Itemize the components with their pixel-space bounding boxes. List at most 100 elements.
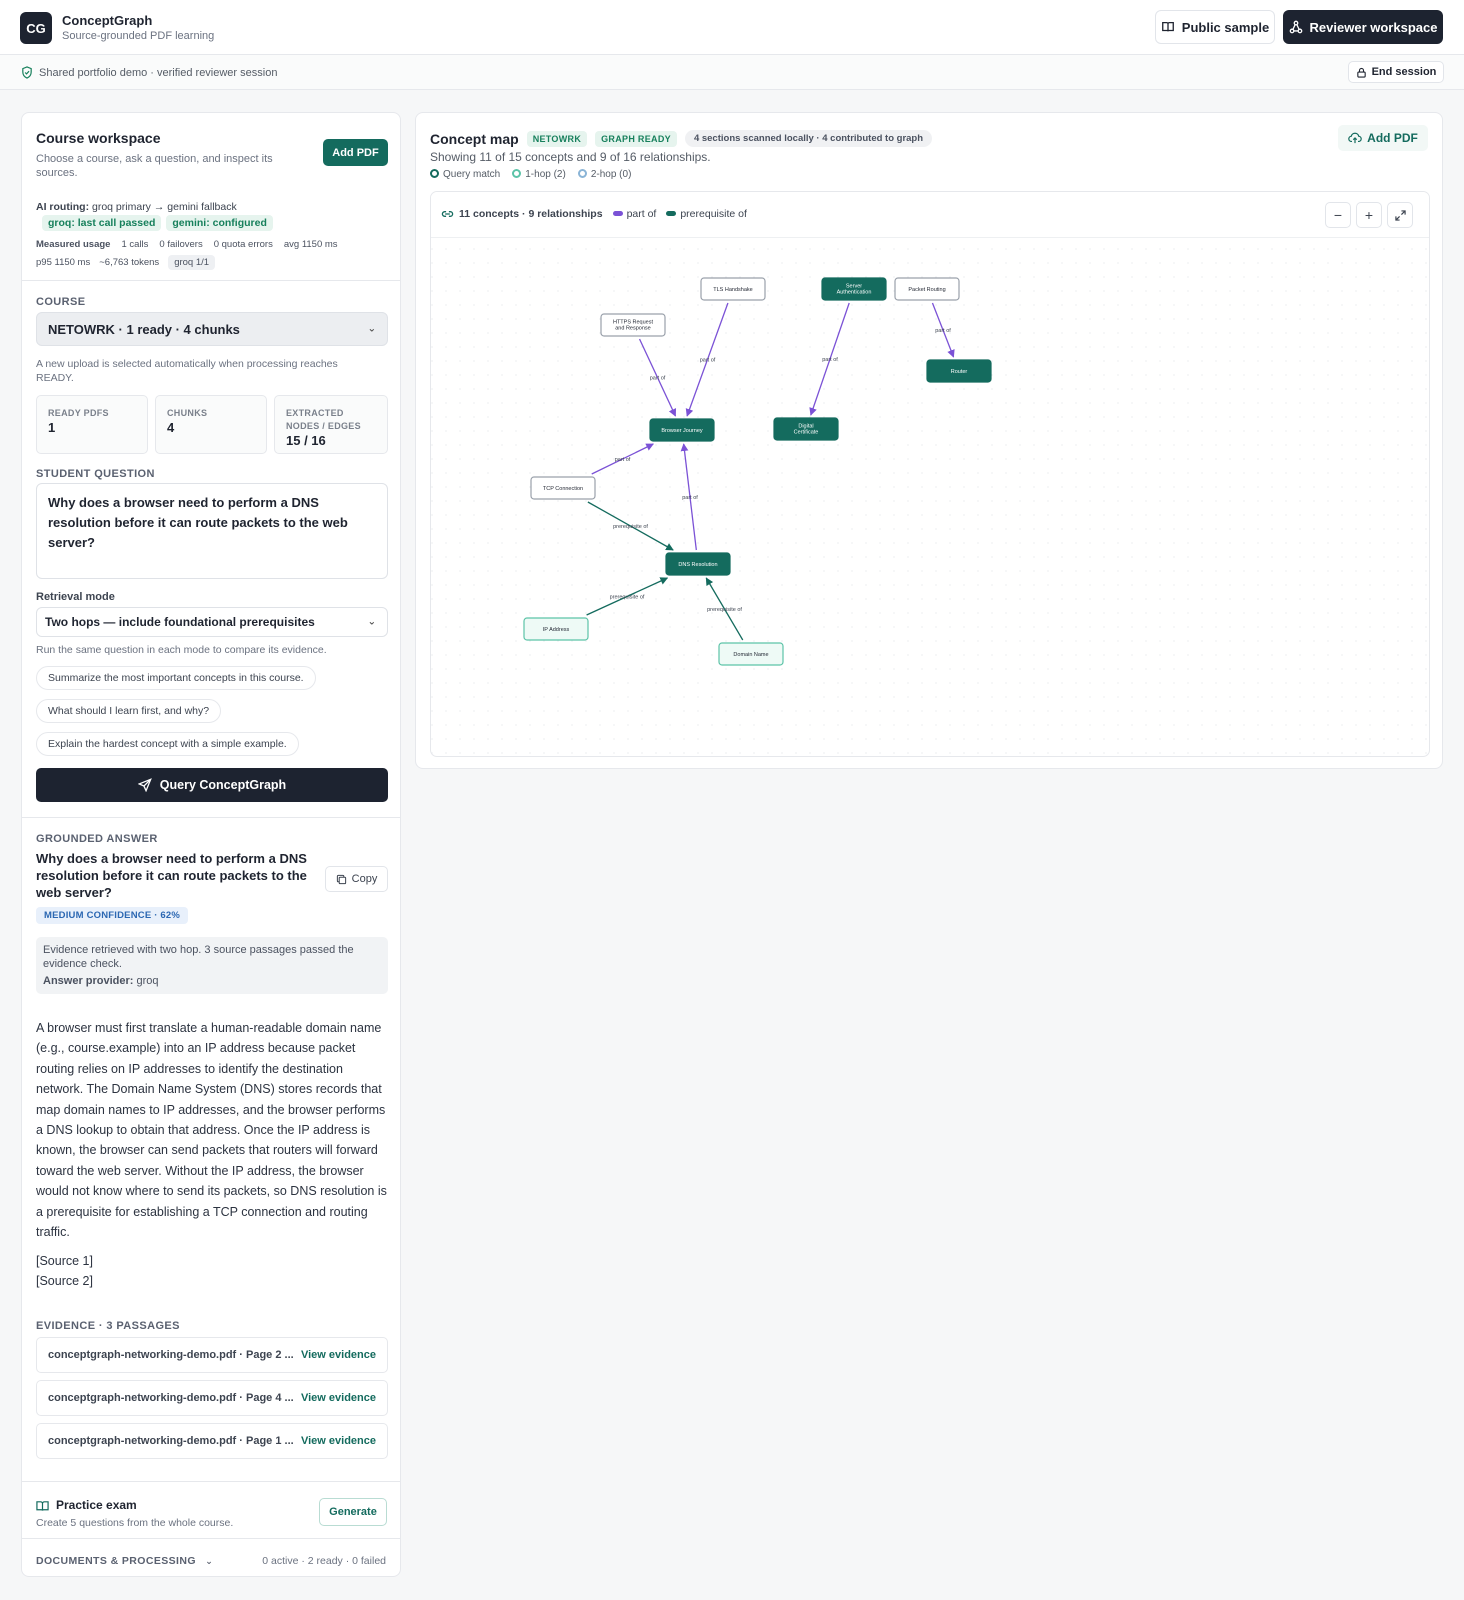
evidence-file: conceptgraph-networking-demo.pdf · Page … [48,1435,294,1447]
stat-value: 4 [167,420,175,435]
view-evidence-link[interactable]: View evidence [301,1435,376,1447]
map-add-pdf-button[interactable]: Add PDF [1338,125,1428,151]
node-label-line: IP Address [543,627,570,633]
documents-label: Documents & processing [36,1555,196,1567]
fullscreen-button[interactable] [1387,202,1413,228]
legend-dot [430,169,439,178]
usage-label: Measured usage [36,239,111,250]
suggestion-chip[interactable]: Explain the hardest concept with a simpl… [36,732,299,756]
edge-label: prerequisite of [707,607,742,613]
graph-node-tls[interactable]: TLS Handshake [700,277,766,301]
divider [22,1481,400,1482]
map-showing: Showing 11 of 15 concepts and 9 of 16 re… [430,150,711,164]
edge-label: part of [650,376,666,382]
graph-node-https[interactable]: HTTPS Request and Response [600,313,666,337]
chevron-down-icon: ⌄ [367,616,376,628]
suggestion-chip[interactable]: What should I learn first, and why? [36,699,222,723]
copy-button[interactable]: Copy [325,866,388,892]
reviewer-workspace-button[interactable]: Reviewer workspace [1283,10,1443,44]
graph-node-dns[interactable]: DNS Resolution [665,552,731,576]
retrieval-mode-label: Retrieval mode [36,591,115,603]
edge-legend-part: part of [612,208,656,220]
node-label: Packet Routing [908,287,945,293]
query-button[interactable]: Query ConceptGraph [36,768,388,802]
generate-button[interactable]: Generate [319,1498,387,1526]
stat-label: EXTRACTED NODES / EDGES [286,408,361,431]
graph-node-browser[interactable]: Browser Journey [649,418,715,442]
retrieval-mode-hint: Run the same question in each mode to co… [36,644,327,656]
query-button-label: Query ConceptGraph [159,778,287,792]
retrieval-mode-value: Two hops — include foundational prerequi… [45,615,315,629]
course-tag: NETOWRK [526,130,588,147]
divider [22,817,400,818]
confidence-badge: MEDIUM CONFIDENCE · 62% [36,907,189,924]
scan-tag: 4 sections scanned locally · 4 contribut… [684,130,933,147]
copy-label: Copy [351,873,378,885]
legend-swatch [612,211,623,216]
divider [22,1538,400,1539]
session-status: Shared portfolio demo · verified reviewe… [39,67,278,79]
stat-value: 1 [48,420,56,435]
graph-node-tcp[interactable]: TCP Connection [530,476,596,500]
node-label-line: Certificate [794,430,819,436]
view-evidence-link[interactable]: View evidence [301,1392,376,1404]
node-label: HTTPS Request and Response [613,320,654,332]
link-icon [441,211,454,217]
stat-chunks: CHUNKS 4 [155,395,267,454]
question-textarea[interactable]: Why does a browser need to perform a DNS… [36,483,388,579]
graph-node-domain[interactable]: Domain Name [718,642,784,666]
workspace-title: Course workspace [36,130,161,146]
course-select[interactable]: NETOWRK · 1 ready · 4 chunks ⌄ [36,312,388,346]
graph-node-packet_routing[interactable]: Packet Routing [894,277,960,301]
graph-summary-row: 11 concepts · 9 relationships part of pr… [459,208,747,220]
gemini-status-badge: gemini: configured [166,215,273,231]
graph-node-digital_cert[interactable]: Digital Certificate [773,417,839,441]
node-label-line: Domain Name [733,652,768,658]
graph-canvas[interactable]: part of part of part of part of part of part … [430,191,1430,757]
concept-graph[interactable]: part of part of part of part of part of part … [431,192,1430,757]
end-session-button[interactable]: End session [1348,61,1444,83]
retrieval-mode-select[interactable]: Two hops — include foundational prerequi… [36,607,388,637]
node-label: Router [951,369,968,375]
shield-check-icon [22,66,32,79]
graph-node-router[interactable]: Router [926,359,992,383]
suggestion-chip[interactable]: Summarize the most important concepts in… [36,666,316,690]
graph-node-server_auth[interactable]: Server Authentication [821,277,887,301]
book-icon [1161,21,1174,32]
legend-swatch [666,211,677,216]
usage-failovers: 0 failovers [159,239,203,250]
copy-icon [336,874,346,884]
map-header: Concept map NETOWRK GRAPH READY 4 sectio… [430,130,933,147]
graph-node-ip[interactable]: IP Address [523,617,589,641]
public-sample-button[interactable]: Public sample [1155,10,1275,44]
groq-status-badge: groq: last call passed [42,215,162,231]
top-bar: CG ConceptGraph Source-grounded PDF lear… [0,0,1464,55]
answer-provider-label: Answer provider: [43,975,134,987]
zoom-in-button[interactable]: + [1356,202,1382,228]
usage-quota: 0 quota errors [213,239,273,250]
app-name: ConceptGraph [62,13,153,28]
node-label: IP Address [543,627,570,633]
graph-toolbar: 11 concepts · 9 relationships part of pr… [431,192,1429,238]
legend-label: prerequisite of [680,208,747,220]
send-icon [137,778,152,792]
map-title: Concept map [430,130,519,147]
node-label-line: Browser Journey [661,428,703,434]
legend-dot [577,169,587,178]
usage-tokens: ~6,763 tokens [99,257,160,268]
documents-toggle[interactable]: Documents & processing ⌄ [36,1555,213,1567]
expand-icon [1394,209,1406,221]
add-pdf-button[interactable]: Add PDF [323,139,388,166]
answer-label: Grounded answer [36,833,158,845]
zoom-out-button[interactable]: − [1325,202,1351,228]
legend-label: Query match [443,169,501,180]
graph-summary: 11 concepts · 9 relationships [459,208,603,220]
source-ref-1[interactable]: [Source 1] [36,1251,93,1271]
source-ref-2[interactable]: [Source 2] [36,1271,93,1291]
course-hint: A new upload is selected automatically w… [36,358,338,384]
evidence-note: Evidence retrieved with two hop. 3 sourc… [36,937,388,994]
edge-legend-prereq: prerequisite of [666,208,747,220]
view-evidence-link[interactable]: View evidence [301,1349,376,1361]
usage-chip: groq 1/1 [168,255,216,270]
network-icon [1289,20,1302,34]
